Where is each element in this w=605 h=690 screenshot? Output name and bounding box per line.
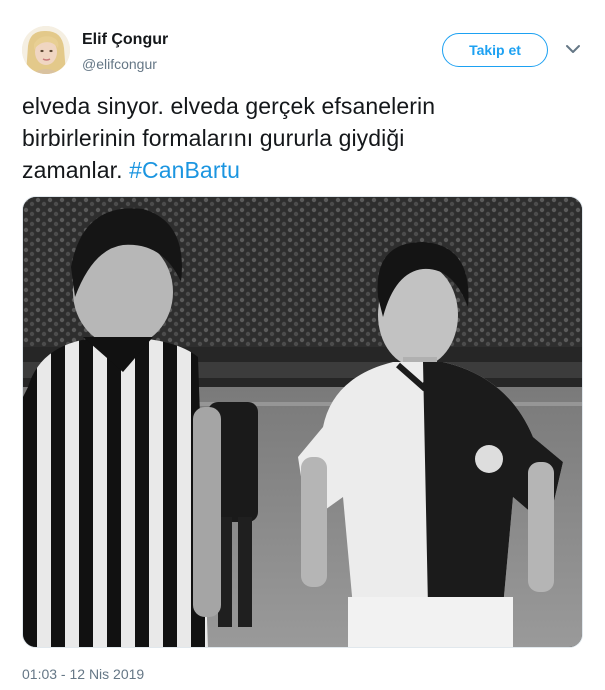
tweet-text-line: zamanlar. #CanBartu — [22, 154, 582, 186]
follow-button[interactable]: Takip et — [442, 33, 548, 67]
tweet-timestamp[interactable]: 01:03 - 12 Nis 2019 — [22, 666, 144, 682]
display-name[interactable]: Elif Çongur — [82, 31, 168, 49]
photo-image — [23, 197, 582, 647]
tweet-text-line: elveda sinyor. elveda gerçek efsanelerin — [22, 93, 436, 119]
avatar-image — [22, 26, 70, 74]
tweet-text: elveda sinyor. elveda gerçek efsanelerin… — [22, 90, 582, 186]
user-handle[interactable]: @elifcongur — [82, 56, 157, 72]
avatar[interactable] — [22, 26, 70, 74]
tweet-photo[interactable] — [22, 196, 583, 648]
tweet-header: Elif Çongur @elifcongur Takip et — [0, 0, 605, 90]
chevron-down-icon[interactable] — [564, 42, 582, 56]
hashtag-link[interactable]: #CanBartu — [129, 157, 240, 183]
tweet-text-segment: zamanlar. — [22, 157, 130, 183]
tweet-text-line: birbirlerinin formalarını gururla giydiğ… — [22, 125, 405, 151]
